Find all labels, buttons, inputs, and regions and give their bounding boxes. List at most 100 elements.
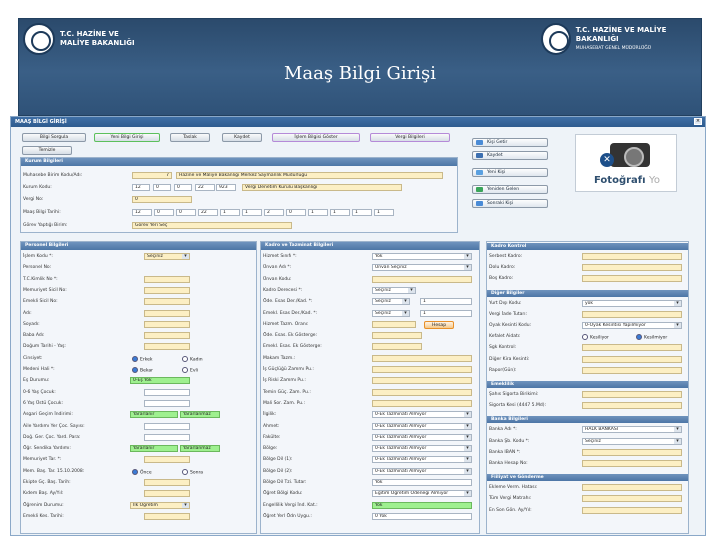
taslak-button[interactable]: Taslak: [170, 133, 210, 142]
kadro-field[interactable]: Yok: [372, 479, 472, 486]
personel-field[interactable]: İlk Öğretim: [130, 501, 190, 509]
kadro-field[interactable]: [372, 275, 472, 283]
yeni-bilgi-girisi-button[interactable]: Yeni Bilgi Girişi: [94, 133, 160, 142]
hizmet-tazm-field[interactable]: [372, 320, 416, 328]
maas-tarihi-cell[interactable]: 0: [154, 209, 174, 216]
kaydet-side-button[interactable]: Kaydet: [472, 151, 548, 160]
personel-field[interactable]: [144, 320, 190, 328]
kurum-kodu-cell[interactable]: 0: [174, 184, 192, 191]
yeni-kisi-button[interactable]: Yeni Kişi: [472, 168, 548, 177]
right-field[interactable]: [582, 402, 682, 410]
personel-field[interactable]: Yararlanmaz: [180, 445, 220, 453]
kurum-kodu-cell[interactable]: 12: [132, 184, 150, 191]
muhasebe-birim-kodu-field[interactable]: 7: [132, 172, 172, 179]
kadro-field[interactable]: 1: [420, 298, 472, 306]
personel-field[interactable]: [144, 490, 190, 498]
kadro-field[interactable]: [372, 366, 472, 373]
personel-field[interactable]: Yararlanmaz: [180, 411, 220, 419]
kadro-field[interactable]: [372, 332, 422, 340]
right-field[interactable]: 0-Oyak Kesintisi Yapılmıyor: [582, 322, 682, 329]
kadro-field[interactable]: [372, 377, 472, 385]
vergi-bilgileri-button[interactable]: Vergi Bilgileri: [370, 133, 450, 142]
maas-tarihi-cell[interactable]: 0: [286, 209, 306, 216]
photo-box[interactable]: ✕ Fotoğrafı Yo: [575, 134, 677, 192]
maas-tarihi-cell[interactable]: 0: [176, 209, 196, 216]
kurum-kodu-cell[interactable]: 923: [216, 184, 236, 191]
kurum-kodu-cell[interactable]: 0: [153, 184, 171, 191]
kadro-field[interactable]: Seçiniz: [372, 298, 410, 306]
personel-field[interactable]: [144, 298, 190, 306]
right-field[interactable]: [582, 253, 682, 260]
personel-radio-option[interactable]: Bekar: [132, 367, 153, 374]
kadro-field[interactable]: 0-Ek Tazminatı Almıyor: [372, 456, 472, 464]
personel-field[interactable]: [144, 456, 190, 464]
personel-radio-option[interactable]: Kadın: [182, 356, 203, 362]
right-field[interactable]: [582, 275, 682, 283]
maas-tarihi-cell[interactable]: 1: [374, 209, 394, 216]
personel-field[interactable]: [144, 422, 190, 430]
yeniden-gelen-button[interactable]: Yeniden Gelen: [472, 185, 548, 194]
right-field[interactable]: [582, 355, 682, 363]
right-field[interactable]: [582, 484, 682, 492]
personel-field[interactable]: [144, 433, 190, 441]
right-field[interactable]: [582, 495, 682, 503]
islem-bilgisi-goster-button[interactable]: İşlem Bilgisi Göster: [272, 133, 360, 142]
kadro-field[interactable]: [372, 388, 472, 396]
right-field[interactable]: yok: [582, 299, 682, 307]
personel-field[interactable]: [144, 479, 190, 486]
personel-field[interactable]: Yararlanır: [130, 445, 178, 453]
maas-tarihi-cell[interactable]: 1: [352, 209, 372, 216]
right-field[interactable]: [582, 506, 682, 514]
personel-field[interactable]: 0-Eş Yok: [130, 377, 190, 385]
sonraki-kisi-button[interactable]: Sonraki Kişi: [472, 199, 548, 208]
right-field[interactable]: [582, 344, 682, 352]
kadro-field[interactable]: 0-Ek Tazminatı Almıyor: [372, 411, 472, 419]
right-field[interactable]: Seçiniz: [582, 437, 682, 445]
right-field[interactable]: [582, 264, 682, 272]
kadro-field[interactable]: Yok: [372, 253, 472, 260]
kadro-field[interactable]: [372, 354, 472, 362]
gorev-yeri-field[interactable]: Görev Yeri Seç: [132, 222, 292, 229]
temizle-button[interactable]: Temizle: [22, 146, 72, 155]
bilgi-sorgula-button[interactable]: Bilgi Sorgula: [22, 133, 86, 142]
kefalet-kesilmiyor-radio[interactable]: Kesilmiyor: [636, 334, 667, 341]
hesap-button[interactable]: Hesap: [424, 320, 454, 329]
personel-field[interactable]: Seçiniz: [144, 253, 190, 260]
kadro-field[interactable]: Ünvan Seçiniz: [372, 264, 472, 272]
kadro-field[interactable]: 0-Ek Tazminatı Almıyor: [372, 445, 472, 453]
kaydet-toolbar-button[interactable]: Kaydet: [222, 133, 262, 142]
personel-field[interactable]: [144, 275, 190, 283]
personel-field[interactable]: [144, 286, 190, 294]
kadro-field[interactable]: 0-Ek Tazminatı Almıyor: [372, 467, 472, 475]
kadro-field[interactable]: 0 Yok: [372, 512, 472, 520]
maas-tarihi-cell[interactable]: 1: [242, 209, 262, 216]
kadro-field[interactable]: 0-Ek Tazminatı Almıyor: [372, 433, 472, 441]
kefalet-kesiliyor-radio[interactable]: Kesiliyor: [582, 334, 609, 341]
right-field[interactable]: [582, 310, 682, 318]
personel-field[interactable]: [144, 388, 190, 396]
personel-field[interactable]: [144, 332, 190, 340]
right-field[interactable]: [582, 460, 682, 467]
kadro-field[interactable]: Seçiniz: [372, 286, 416, 294]
right-field[interactable]: [582, 448, 682, 456]
personel-field[interactable]: [144, 343, 190, 351]
maas-tarihi-cell[interactable]: 1: [220, 209, 240, 216]
personel-radio-option[interactable]: Evli: [182, 367, 198, 374]
personel-field[interactable]: Yararlanır: [130, 411, 178, 419]
personel-radio-option[interactable]: Önce: [132, 469, 152, 475]
kurum-adi-field[interactable]: Vergi Denetim Kurulu Başkanlığı: [242, 184, 402, 191]
right-field[interactable]: [582, 391, 682, 398]
kadro-field[interactable]: Seçiniz: [372, 309, 410, 317]
kadro-field[interactable]: [372, 399, 472, 407]
personel-radio-option[interactable]: Erkek: [132, 356, 153, 362]
maas-tarihi-cell[interactable]: 22: [198, 209, 218, 216]
kadro-field[interactable]: 0-Ek Tazminatı Almıyor: [372, 422, 472, 430]
kadro-field[interactable]: [372, 343, 422, 351]
right-field[interactable]: HALK BANKASI: [582, 426, 682, 434]
kadro-field[interactable]: Yok: [372, 501, 472, 509]
muhasebe-birim-adi-field[interactable]: Hazine ve Maliye Bakanlığı Merkez Sayman…: [176, 172, 443, 179]
maas-tarihi-cell[interactable]: 2: [264, 209, 284, 216]
kurum-kodu-cell[interactable]: 22: [195, 184, 215, 191]
maas-tarihi-cell[interactable]: 1: [308, 209, 328, 216]
vergi-no-field[interactable]: 0: [132, 196, 192, 203]
